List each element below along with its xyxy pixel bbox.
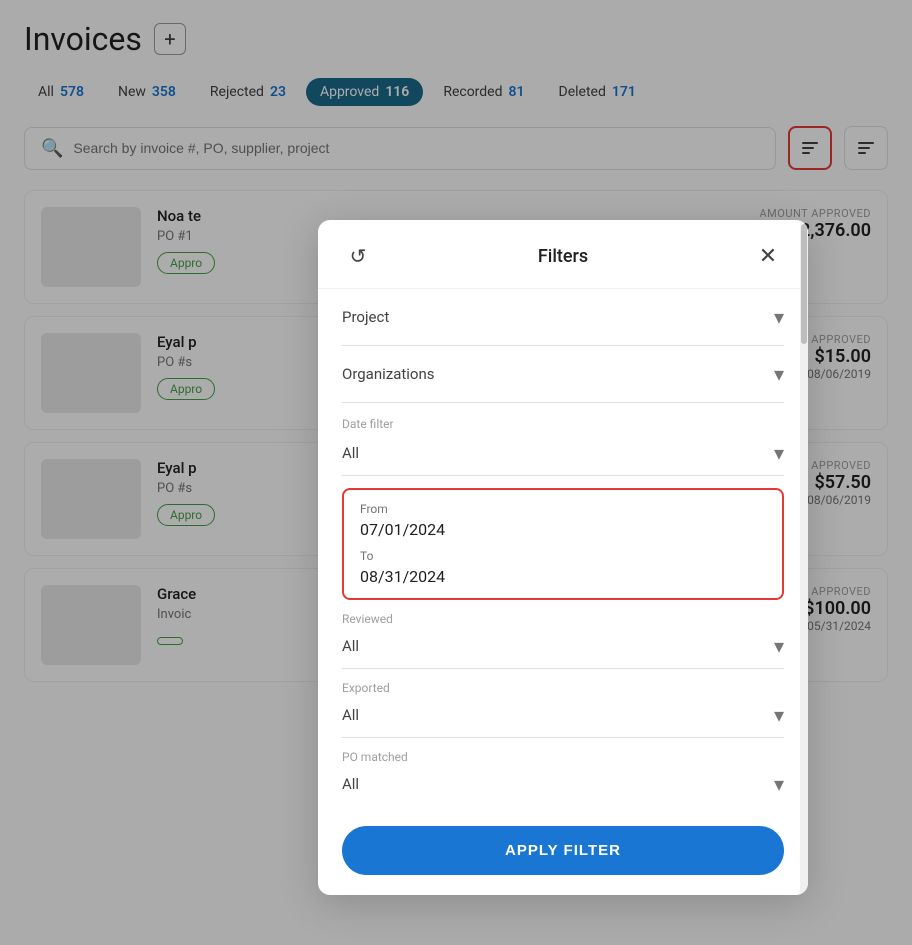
refresh-button[interactable]: ↺ <box>342 240 374 272</box>
modal-body: Project ▾ Organizations ▾ Date filter Al… <box>318 289 808 895</box>
organizations-filter-row[interactable]: Organizations ▾ <box>342 346 784 403</box>
exported-section: Exported All ▾ <box>342 681 784 738</box>
scrollbar-thumb[interactable] <box>801 224 807 344</box>
modal-overlay: ↺ Filters ✕ Project ▾ Organizations ▾ Da… <box>0 0 912 945</box>
filters-modal: ↺ Filters ✕ Project ▾ Organizations ▾ Da… <box>318 220 808 895</box>
exported-select[interactable]: All ▾ <box>342 697 784 738</box>
chevron-down-icon: ▾ <box>774 305 784 329</box>
chevron-down-icon: ▾ <box>774 362 784 386</box>
modal-scrollbar <box>800 220 808 895</box>
reviewed-select[interactable]: All ▾ <box>342 628 784 669</box>
po-matched-section: PO matched All ▾ <box>342 750 784 806</box>
chevron-down-icon: ▾ <box>774 772 784 796</box>
modal-header: ↺ Filters ✕ <box>318 220 808 289</box>
date-filter-select[interactable]: All ▾ <box>342 435 784 476</box>
chevron-down-icon: ▾ <box>774 634 784 658</box>
chevron-down-icon: ▾ <box>774 703 784 727</box>
close-button[interactable]: ✕ <box>752 240 784 272</box>
modal-title: Filters <box>374 246 752 267</box>
chevron-down-icon: ▾ <box>774 441 784 465</box>
date-range-box[interactable]: From 07/01/2024 To 08/31/2024 <box>342 488 784 600</box>
reviewed-section: Reviewed All ▾ <box>342 612 784 669</box>
date-filter-section: Date filter All ▾ <box>342 417 784 476</box>
po-matched-select[interactable]: All ▾ <box>342 766 784 806</box>
apply-filter-button[interactable]: APPLY FILTER <box>342 826 784 875</box>
project-filter-row[interactable]: Project ▾ <box>342 289 784 346</box>
